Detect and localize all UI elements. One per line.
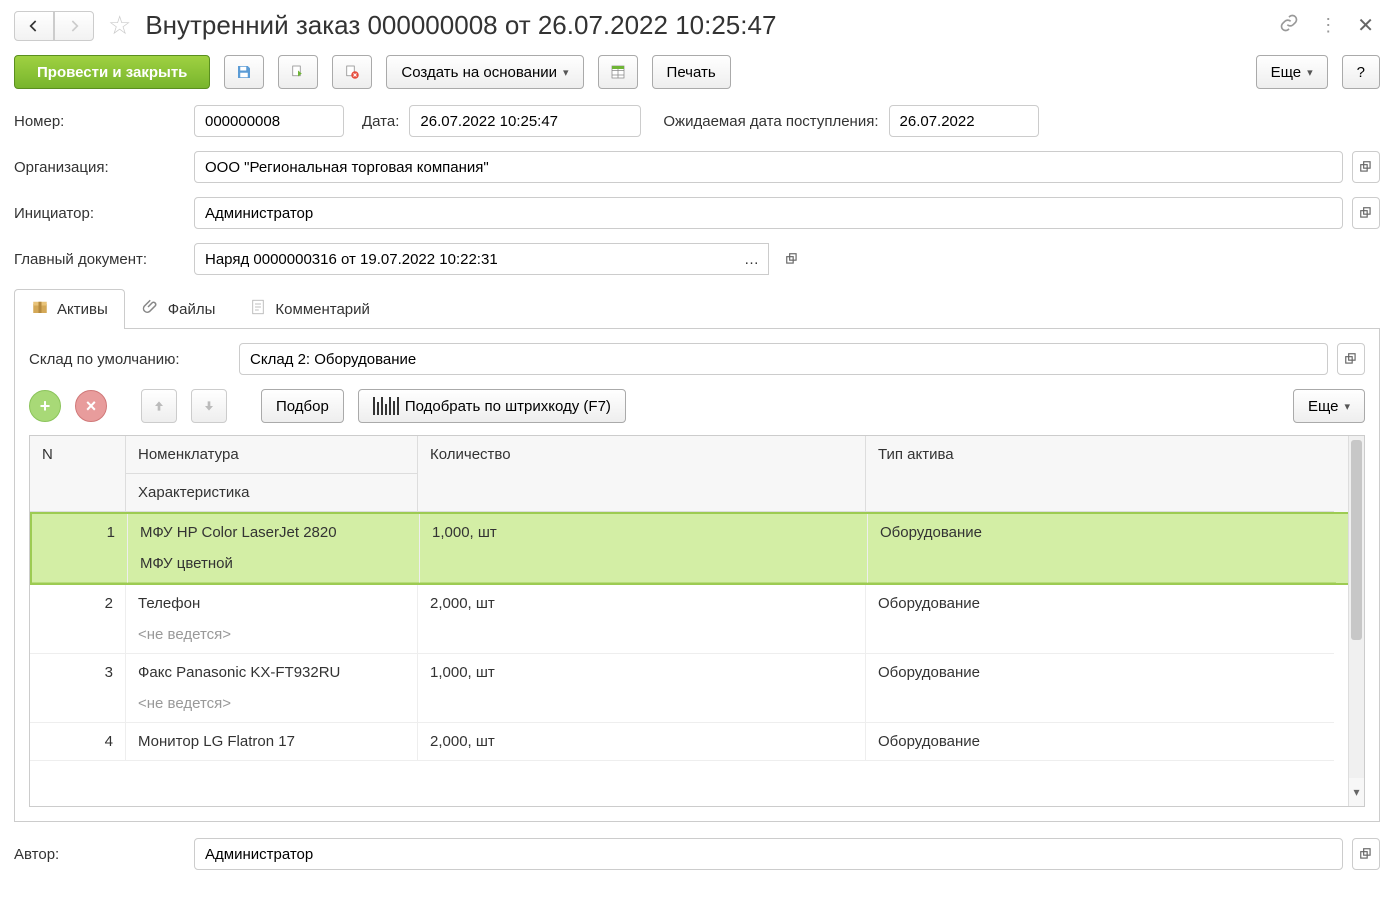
col-quantity[interactable]: Количество — [418, 436, 866, 512]
author-field[interactable] — [194, 838, 1343, 870]
row-characteristic: МФУ цветной — [140, 555, 407, 572]
favorite-star-icon[interactable]: ☆ — [108, 10, 131, 41]
expand-icon — [1359, 160, 1373, 174]
page-title: Внутренний заказ 000000008 от 26.07.2022… — [145, 10, 1265, 41]
podbor-button[interactable]: Подбор — [261, 389, 344, 423]
nav-back-button[interactable] — [14, 11, 54, 41]
delete-row-button[interactable]: × — [75, 390, 107, 422]
organization-field[interactable] — [194, 151, 1343, 183]
table-row[interactable]: 4 Монитор LG Flatron 17 2,000, шт Оборуд… — [30, 723, 1364, 761]
expand-icon — [1359, 847, 1373, 861]
grid-more-button[interactable]: Еще — [1293, 389, 1365, 423]
add-row-button[interactable]: + — [29, 390, 61, 422]
main-doc-field[interactable] — [194, 243, 736, 275]
row-characteristic: <не ведется> — [138, 626, 405, 643]
row-asset-type: Оборудование — [866, 723, 1334, 761]
col-nomenclature[interactable]: Номенклатура — [126, 436, 417, 474]
table-row[interactable]: 1 МФУ HP Color LaserJet 2820 МФУ цветной… — [30, 512, 1364, 585]
default-warehouse-field[interactable] — [239, 343, 1328, 375]
open-warehouse-icon[interactable] — [1337, 343, 1365, 375]
tab-assets[interactable]: Активы — [14, 289, 125, 329]
initiator-field[interactable] — [194, 197, 1343, 229]
open-org-icon[interactable] — [1352, 151, 1380, 183]
row-n: 4 — [30, 723, 126, 761]
col-n[interactable]: N — [30, 436, 126, 512]
main-doc-select-button[interactable]: … — [735, 243, 769, 275]
expected-date-field[interactable] — [889, 105, 1039, 137]
row-nomenclature: Телефон — [138, 595, 405, 612]
row-n: 3 — [30, 654, 126, 723]
expand-icon — [1344, 352, 1358, 366]
row-asset-type: Оборудование — [866, 654, 1334, 723]
move-down-button[interactable] — [191, 389, 227, 423]
unpost-button[interactable] — [332, 55, 372, 89]
row-characteristic: <не ведется> — [138, 695, 405, 712]
post-button[interactable] — [278, 55, 318, 89]
row-quantity: 2,000, шт — [418, 723, 866, 761]
row-asset-type: Оборудование — [868, 514, 1336, 583]
main-doc-label: Главный документ: — [14, 251, 184, 268]
scrollbar-thumb[interactable] — [1351, 440, 1362, 640]
save-button[interactable] — [224, 55, 264, 89]
floppy-icon — [235, 62, 253, 82]
box-icon — [31, 298, 49, 321]
tab-files[interactable]: Файлы — [125, 289, 233, 329]
grid-scrollbar[interactable] — [1348, 436, 1364, 778]
expand-icon — [785, 252, 799, 266]
move-up-button[interactable] — [141, 389, 177, 423]
document-icon — [249, 298, 267, 321]
open-main-doc-icon[interactable] — [778, 243, 806, 275]
default-warehouse-label: Склад по умолчанию: — [29, 351, 229, 368]
kebab-menu-icon[interactable]: ⋮ — [1313, 15, 1343, 36]
initiator-label: Инициатор: — [14, 205, 184, 222]
expected-date-label: Ожидаемая дата поступления: — [663, 113, 878, 130]
number-field[interactable] — [194, 105, 344, 137]
report-button[interactable] — [598, 55, 638, 89]
row-n: 2 — [30, 585, 126, 654]
arrow-down-icon — [201, 398, 217, 414]
row-quantity: 2,000, шт — [418, 585, 866, 654]
date-label: Дата: — [362, 113, 399, 130]
arrow-right-icon — [64, 16, 84, 36]
create-based-on-button[interactable]: Создать на основании ▾ — [386, 55, 583, 89]
arrow-up-icon — [151, 398, 167, 414]
doc-x-icon — [343, 62, 361, 82]
scroll-down-button[interactable]: ▾ — [1348, 778, 1364, 806]
paperclip-icon — [142, 298, 160, 321]
number-label: Номер: — [14, 113, 184, 130]
expand-icon — [1359, 206, 1373, 220]
arrow-left-icon — [24, 16, 44, 36]
table-icon — [609, 62, 627, 82]
open-author-icon[interactable] — [1352, 838, 1380, 870]
nav-forward-button[interactable] — [54, 11, 94, 41]
close-icon[interactable]: ✕ — [1351, 13, 1380, 38]
row-nomenclature: Факс Panasonic KX-FT932RU — [138, 664, 405, 681]
row-nomenclature: МФУ HP Color LaserJet 2820 — [140, 524, 407, 541]
barcode-icon — [373, 397, 399, 415]
row-asset-type: Оборудование — [866, 585, 1334, 654]
link-icon[interactable] — [1273, 13, 1305, 38]
tab-comment[interactable]: Комментарий — [232, 289, 386, 329]
row-n: 1 — [32, 514, 128, 583]
post-and-close-button[interactable]: Провести и закрыть — [14, 55, 210, 89]
barcode-button[interactable]: Подобрать по штрихкоду (F7) — [358, 389, 626, 423]
row-quantity: 1,000, шт — [418, 654, 866, 723]
col-asset-type[interactable]: Тип актива — [866, 436, 1334, 512]
row-nomenclature: Монитор LG Flatron 17 — [138, 733, 405, 750]
open-initiator-icon[interactable] — [1352, 197, 1380, 229]
table-row[interactable]: 2 Телефон <не ведется> 2,000, шт Оборудо… — [30, 585, 1364, 654]
author-label: Автор: — [14, 846, 184, 863]
date-field[interactable] — [409, 105, 641, 137]
col-characteristic[interactable]: Характеристика — [126, 474, 417, 511]
chevron-down-icon: ▾ — [563, 66, 569, 79]
more-button[interactable]: Еще — [1256, 55, 1328, 89]
print-button[interactable]: Печать — [652, 55, 731, 89]
doc-arrow-icon — [289, 62, 307, 82]
row-quantity: 1,000, шт — [420, 514, 868, 583]
organization-label: Организация: — [14, 159, 184, 176]
table-row[interactable]: 3 Факс Panasonic KX-FT932RU <не ведется>… — [30, 654, 1364, 723]
help-button[interactable]: ? — [1342, 55, 1380, 89]
